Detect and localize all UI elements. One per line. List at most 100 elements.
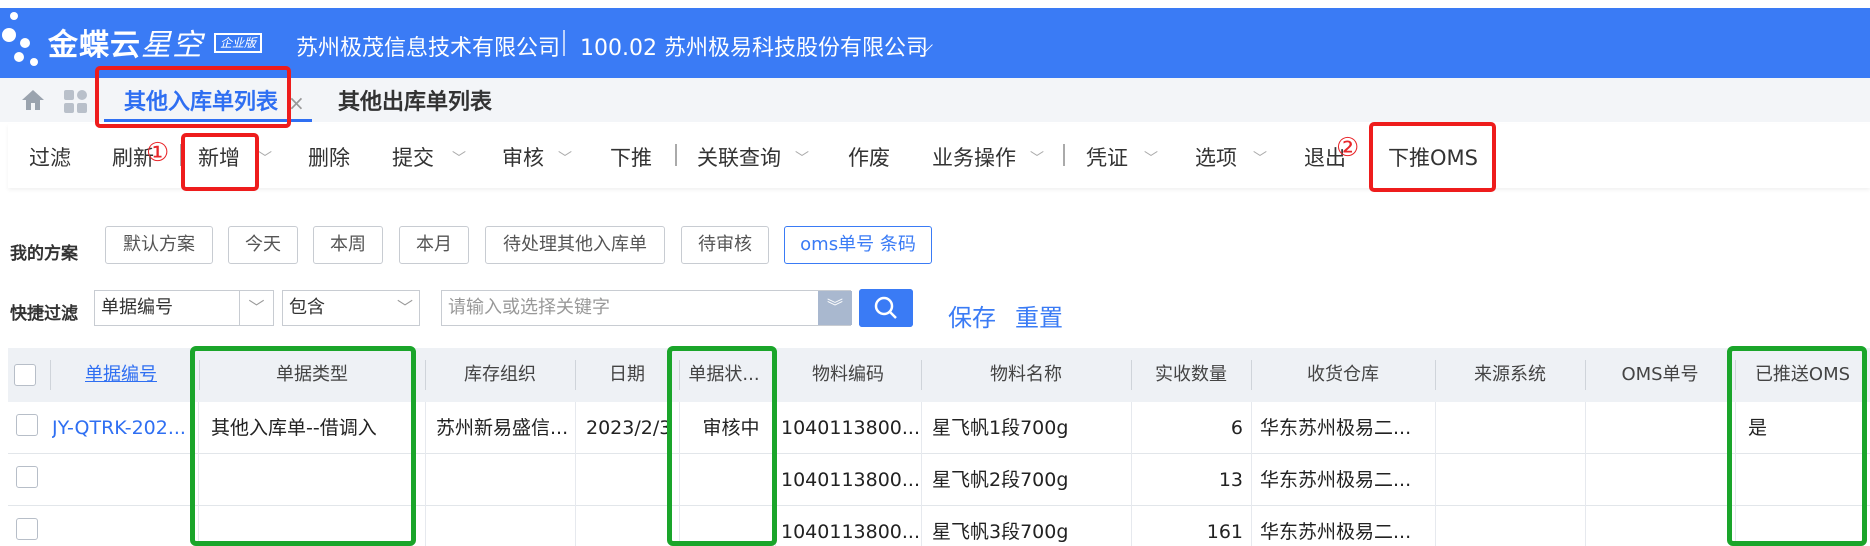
annotation-mark-1: ① <box>146 138 170 168</box>
filter-button[interactable]: 过滤 <box>29 142 71 172</box>
cell-material-name: 星飞帆3段700g <box>932 521 1069 543</box>
cell-source-system <box>1444 402 1582 454</box>
cell-bill-no[interactable] <box>52 506 194 546</box>
search-button[interactable] <box>859 289 913 327</box>
cell-received-qty: 161 <box>1206 521 1243 543</box>
cell-date <box>586 506 678 546</box>
cell-oms-no <box>1594 402 1732 454</box>
grid-line <box>1435 402 1436 546</box>
reset-button[interactable]: 重置 <box>1015 298 1063 333</box>
submit-button[interactable]: 提交 <box>392 142 434 172</box>
grid-line <box>425 402 426 546</box>
grid-line <box>921 402 922 546</box>
filter-operator-select[interactable]: 包含 ﹀ <box>282 290 420 326</box>
app-root: 金蝶云星空 企业版 苏州极茂信息技术有限公司 100.02 苏州极易科技股份有限… <box>0 0 1870 546</box>
highlight-box-pushed-oms <box>1727 346 1867 546</box>
filter-operator-value: 包含 <box>289 297 325 318</box>
row-checkbox[interactable] <box>16 414 38 436</box>
save-button[interactable]: 保存 <box>948 298 996 333</box>
tab-other-outbound-list[interactable]: 其他出库单列表 <box>338 86 492 120</box>
logo-icon <box>0 8 46 68</box>
highlight-box-tab <box>95 66 291 128</box>
double-chevron-down-icon[interactable]: ︾ <box>818 291 852 325</box>
chevron-down-icon[interactable]: ﹀ <box>258 148 272 168</box>
options-button[interactable]: 选项 <box>1195 142 1237 172</box>
logo-sub: 星空 <box>141 28 203 63</box>
logo-text: 金蝶云星空 <box>48 20 203 64</box>
col-oms-no[interactable]: OMS单号 <box>1585 348 1735 402</box>
cell-warehouse: 华东苏州极易二... <box>1260 521 1412 543</box>
chevron-down-icon[interactable]: ﹀ <box>452 148 466 168</box>
toolbar-separator <box>675 144 677 166</box>
scheme-pending-audit[interactable]: 待审核 <box>681 226 769 264</box>
grid-line <box>1131 402 1132 546</box>
apps-icon[interactable] <box>64 90 90 114</box>
scheme-this-month[interactable]: 本月 <box>399 226 469 264</box>
cell-oms-no <box>1594 506 1732 546</box>
cell-received-qty: 6 <box>1230 417 1243 439</box>
toolbar-separator <box>1063 144 1065 166</box>
cell-bill-no[interactable]: JY-QTRK-202... <box>52 402 194 454</box>
cell-stock-org: 苏州新易盛信... <box>436 417 569 439</box>
highlight-box-add <box>181 133 259 191</box>
cell-received-qty: 13 <box>1218 469 1243 491</box>
col-source-system[interactable]: 来源系统 <box>1435 348 1585 402</box>
col-date[interactable]: 日期 <box>575 348 679 402</box>
cell-source-system <box>1444 454 1582 506</box>
col-received-qty[interactable]: 实收数量 <box>1131 348 1251 402</box>
scheme-default[interactable]: 默认方案 <box>105 226 213 264</box>
chevron-down-icon[interactable]: ﹀ <box>1253 148 1267 168</box>
select-all-checkbox[interactable] <box>14 364 36 386</box>
company-name[interactable]: 苏州极茂信息技术有限公司 <box>296 30 560 62</box>
grid-line <box>1585 402 1586 546</box>
cell-stock-org <box>436 454 574 506</box>
edition-badge: 企业版 <box>214 33 263 53</box>
scheme-oms-barcode[interactable]: oms单号 条码 <box>784 226 932 264</box>
col-material-code[interactable]: 物料编码 <box>775 348 921 402</box>
voucher-button[interactable]: 凭证 <box>1086 142 1128 172</box>
col-bill-no[interactable]: 单据编号 <box>50 348 192 402</box>
col-material-name[interactable]: 物料名称 <box>921 348 1131 402</box>
chevron-down-icon[interactable]: ﹀ <box>397 291 413 325</box>
scheme-this-week[interactable]: 本周 <box>313 226 383 264</box>
chevron-down-icon[interactable]: ﹀ <box>795 148 809 168</box>
chevron-down-icon[interactable]: ﹀ <box>558 148 572 168</box>
chevron-down-icon[interactable]: ﹀ <box>239 291 273 325</box>
related-query-button[interactable]: 关联查询 <box>697 142 781 172</box>
cell-bill-no[interactable] <box>52 454 194 506</box>
scheme-label: 我的方案 <box>10 244 78 264</box>
annotation-mark-2: ② <box>1336 133 1360 163</box>
filter-field-select[interactable]: 单据编号 ﹀ <box>94 290 274 326</box>
header-divider <box>563 30 565 56</box>
cell-material-name: 星飞帆1段700g <box>932 417 1069 439</box>
quick-filter-label: 快捷过滤 <box>10 304 78 324</box>
business-ops-button[interactable]: 业务操作 <box>932 142 1016 172</box>
home-icon[interactable] <box>20 88 46 112</box>
push-button[interactable]: 下推 <box>610 142 652 172</box>
scheme-today[interactable]: 今天 <box>228 226 298 264</box>
highlight-box-push-oms <box>1369 122 1496 192</box>
audit-button[interactable]: 审核 <box>502 142 544 172</box>
cell-material-name: 星飞帆2段700g <box>932 469 1069 491</box>
col-warehouse[interactable]: 收货仓库 <box>1251 348 1435 402</box>
cell-source-system <box>1444 506 1582 546</box>
chevron-down-icon[interactable]: ﹀ <box>1030 148 1044 168</box>
cell-material-code: 1040113800... <box>781 521 919 543</box>
scheme-pending-inbound[interactable]: 待处理其他入库单 <box>485 226 665 264</box>
void-button[interactable]: 作废 <box>848 142 890 172</box>
chevron-down-icon[interactable]: ⌵ <box>918 33 933 57</box>
row-checkbox[interactable] <box>16 466 38 488</box>
row-checkbox[interactable] <box>16 518 38 540</box>
cell-material-code: 1040113800... <box>781 417 919 439</box>
highlight-box-status <box>667 346 777 546</box>
cell-date <box>586 454 678 506</box>
keyword-input[interactable]: 请输入或选择关键字 <box>441 290 851 326</box>
col-stock-org[interactable]: 库存组织 <box>425 348 575 402</box>
logo-main: 金蝶云 <box>48 28 141 63</box>
chevron-down-icon[interactable]: ﹀ <box>1144 148 1158 168</box>
cell-oms-no <box>1594 454 1732 506</box>
filter-field-value: 单据编号 <box>101 297 173 318</box>
delete-button[interactable]: 删除 <box>308 142 350 172</box>
cell-material-code: 1040113800... <box>781 469 919 491</box>
org-selector[interactable]: 100.02 苏州极易科技股份有限公司 <box>580 30 928 62</box>
